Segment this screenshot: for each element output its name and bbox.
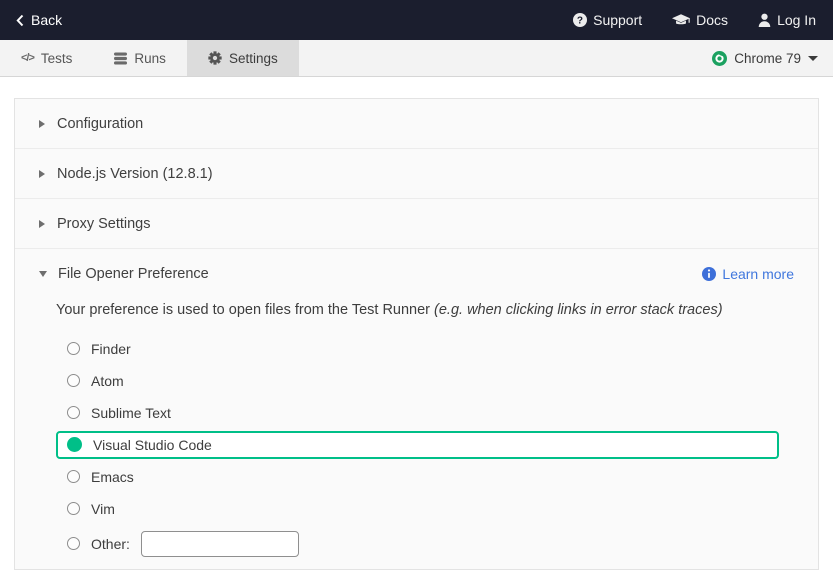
option-finder-label: Finder — [91, 341, 131, 357]
option-other-label: Other: — [91, 536, 130, 552]
tab-runs-label: Runs — [134, 51, 166, 66]
file-opener-options: Finder Atom Sublime Text Visual Studio C… — [56, 335, 779, 559]
user-icon — [758, 13, 771, 27]
caret-down-icon — [39, 271, 47, 277]
radio-unchecked-icon — [67, 406, 80, 419]
caret-right-icon — [39, 220, 45, 228]
option-atom-label: Atom — [91, 373, 124, 389]
radio-unchecked-icon — [67, 537, 80, 550]
browser-picker[interactable]: Chrome 79 — [712, 40, 833, 76]
database-icon — [114, 52, 127, 65]
docs-link[interactable]: Docs — [672, 12, 728, 28]
section-node-version-label: Node.js Version (12.8.1) — [57, 166, 213, 182]
file-opener-description-note: (e.g. when clicking links in error stack… — [434, 302, 723, 318]
back-button[interactable]: Back — [16, 12, 62, 28]
login-label: Log In — [777, 12, 816, 28]
caret-right-icon — [39, 170, 45, 178]
tab-settings-label: Settings — [229, 51, 278, 66]
graduation-cap-icon — [672, 14, 690, 27]
radio-unchecked-icon — [67, 342, 80, 355]
tab-tests[interactable]: </> Tests — [0, 40, 93, 76]
radio-unchecked-icon — [67, 374, 80, 387]
option-sublime-text-label: Sublime Text — [91, 405, 171, 421]
radio-checked-icon — [67, 437, 82, 452]
option-vim-label: Vim — [91, 501, 115, 517]
svg-text:?: ? — [577, 16, 583, 27]
info-circle-icon — [702, 267, 716, 281]
back-label: Back — [31, 12, 62, 28]
login-link[interactable]: Log In — [758, 12, 816, 28]
section-file-opener[interactable]: File Opener Preference Learn more — [15, 249, 818, 299]
option-other[interactable]: Other: — [56, 529, 779, 559]
topbar: Back ? Support Docs — [0, 0, 833, 40]
chrome-icon — [712, 51, 727, 66]
code-icon: </> — [21, 52, 34, 64]
docs-label: Docs — [696, 12, 728, 28]
option-atom[interactable]: Atom — [56, 367, 779, 395]
browser-label: Chrome 79 — [734, 51, 801, 66]
question-circle-icon: ? — [573, 13, 587, 27]
option-finder[interactable]: Finder — [56, 335, 779, 363]
tab-tests-label: Tests — [41, 51, 73, 66]
chevron-down-icon — [808, 56, 818, 61]
section-node-version[interactable]: Node.js Version (12.8.1) — [15, 149, 818, 199]
chevron-left-icon — [16, 14, 24, 27]
option-vim[interactable]: Vim — [56, 495, 779, 523]
tab-bar: </> Tests Runs Sett — [0, 40, 833, 77]
radio-unchecked-icon — [67, 502, 80, 515]
section-proxy-settings-label: Proxy Settings — [57, 216, 151, 232]
support-label: Support — [593, 12, 642, 28]
learn-more-link[interactable]: Learn more — [702, 266, 794, 282]
topbar-right: ? Support Docs Log In — [573, 12, 816, 28]
caret-right-icon — [39, 120, 45, 128]
section-configuration-label: Configuration — [57, 116, 143, 132]
file-opener-panel: Your preference is used to open files fr… — [15, 299, 818, 559]
section-configuration[interactable]: Configuration — [15, 99, 818, 149]
option-sublime-text[interactable]: Sublime Text — [56, 399, 779, 427]
radio-unchecked-icon — [67, 470, 80, 483]
option-emacs[interactable]: Emacs — [56, 463, 779, 491]
section-proxy-settings[interactable]: Proxy Settings — [15, 199, 818, 249]
section-file-opener-label: File Opener Preference — [58, 266, 209, 282]
support-link[interactable]: ? Support — [573, 12, 642, 28]
settings-panel: Configuration Node.js Version (12.8.1) P… — [14, 98, 819, 570]
option-visual-studio-code-label: Visual Studio Code — [93, 437, 212, 453]
option-visual-studio-code[interactable]: Visual Studio Code — [56, 431, 779, 459]
file-opener-description: Your preference is used to open files fr… — [56, 301, 779, 321]
learn-more-label: Learn more — [722, 266, 794, 282]
tab-runs[interactable]: Runs — [93, 40, 187, 76]
option-emacs-label: Emacs — [91, 469, 134, 485]
other-editor-input[interactable] — [141, 531, 299, 557]
tab-settings[interactable]: Settings — [187, 40, 299, 76]
gear-icon — [208, 51, 222, 65]
